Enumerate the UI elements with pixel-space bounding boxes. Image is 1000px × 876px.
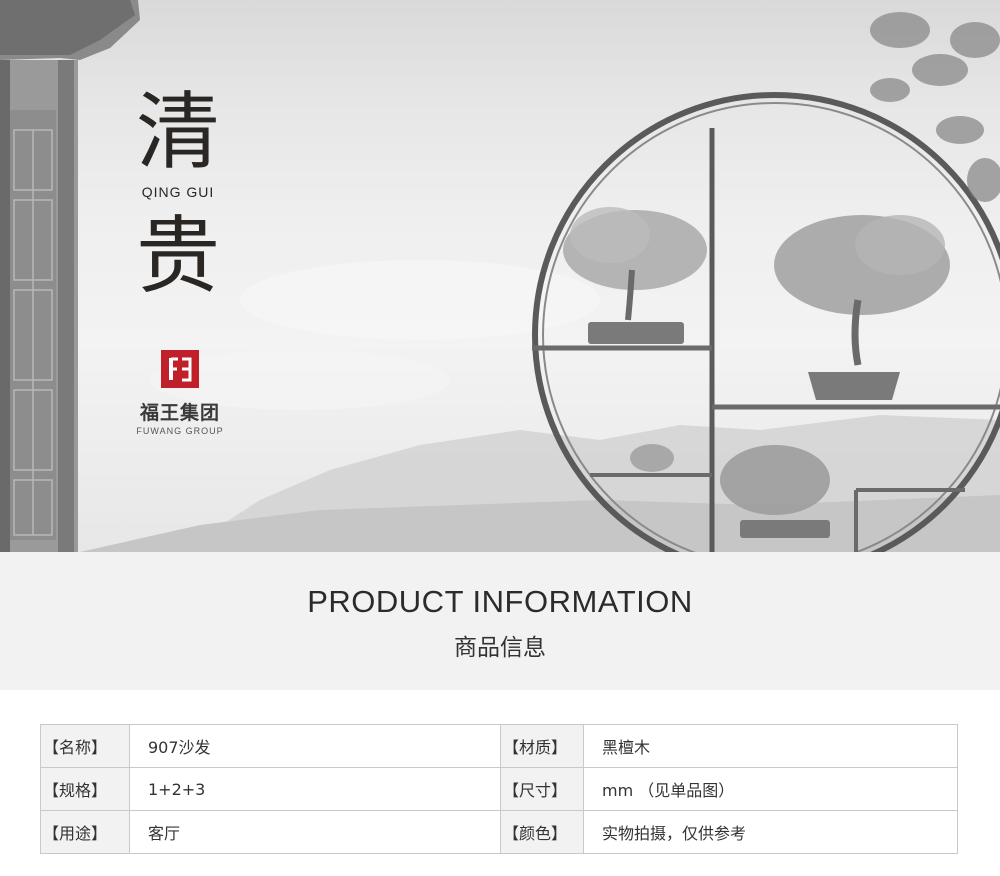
table-row: 【规格】 1+2+3 【尺寸】 mm （见单品图） [40,767,958,811]
table-row: 【用途】 客厅 【颜色】 实物拍摄，仅供参考 [40,810,958,854]
label-spec: 【规格】 [40,767,130,811]
value-usage: 客厅 [129,810,501,854]
label-name: 【名称】 [40,724,130,768]
label-usage: 【用途】 [40,810,130,854]
brand-title: 清 QING GUI 贵 [118,82,238,306]
logo-mark-icon [161,350,199,388]
section-title-en: PRODUCT INFORMATION [307,584,693,619]
title-pinyin: QING GUI [141,184,215,200]
company-logo: 福王集团 FUWANG GROUP [120,350,240,436]
logo-name: 福王集团 [139,402,220,424]
value-material: 黑檀木 [583,724,958,768]
value-color: 实物拍摄，仅供参考 [583,810,958,854]
section-header: PRODUCT INFORMATION 商品信息 [0,552,1000,690]
label-color: 【颜色】 [500,810,584,854]
value-size: mm （见单品图） [583,767,958,811]
value-spec: 1+2+3 [129,767,501,811]
leaves-illustration [870,12,1000,202]
title-char-qing: 清 [135,83,220,181]
product-info-table: 【名称】 907沙发 【材质】 黑檀木 【规格】 1+2+3 【尺寸】 mm （… [40,724,958,854]
title-char-gui: 贵 [135,207,220,305]
hero-banner: 清 QING GUI 贵 福王集团 FUWANG GROUP [0,0,1000,552]
label-material: 【材质】 [500,724,584,768]
table-row: 【名称】 907沙发 【材质】 黑檀木 [40,724,958,768]
logo-subtitle: FUWANG GROUP [136,426,224,436]
section-title-cn: 商品信息 [454,635,546,661]
bonsai-left-illustration [563,207,707,344]
value-name: 907沙发 [129,724,501,768]
bonsai-right-illustration [774,215,950,400]
label-size: 【尺寸】 [500,767,584,811]
